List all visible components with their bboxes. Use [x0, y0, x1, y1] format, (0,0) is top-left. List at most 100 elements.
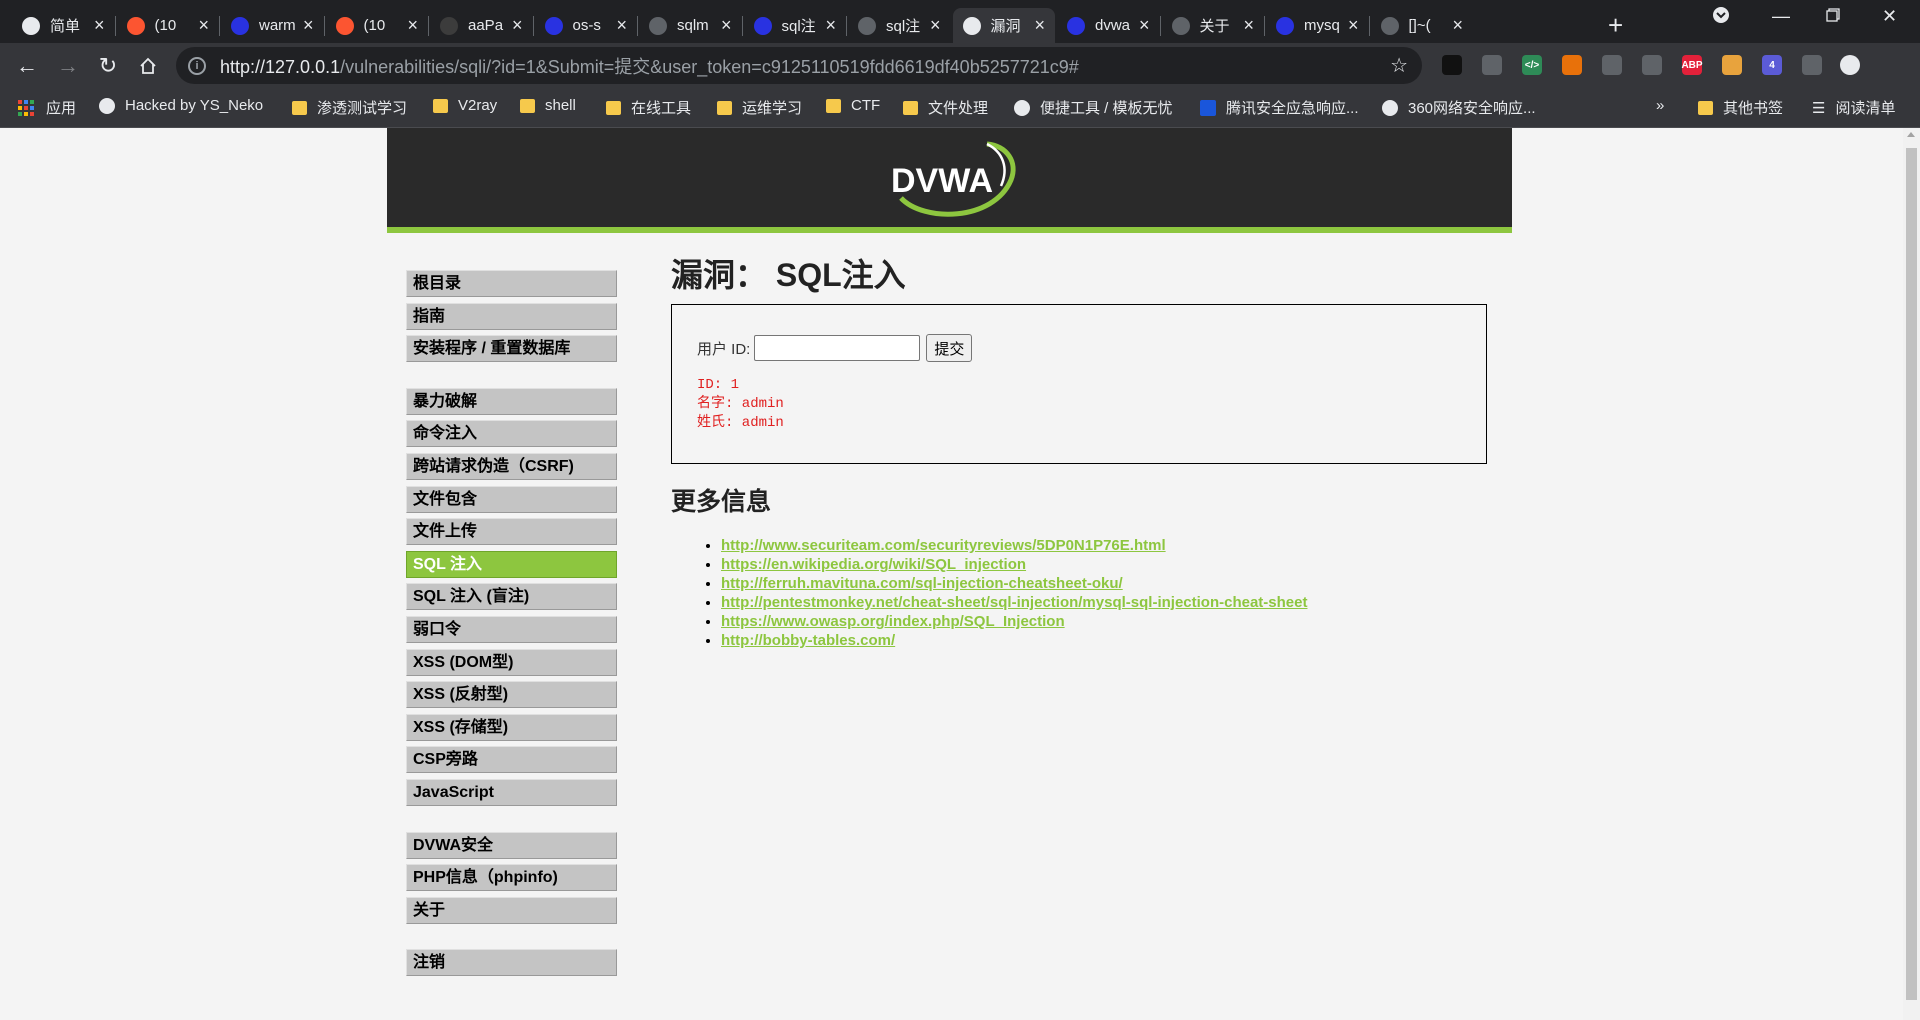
bookmark-item[interactable]: 渗透测试学习 [292, 97, 407, 118]
reload-icon[interactable]: ↻ [94, 52, 122, 80]
bookmarks-overflow-icon[interactable]: » [1656, 97, 1664, 114]
browser-tab[interactable]: mysq × [1266, 8, 1369, 43]
extension-hacker-icon[interactable] [1642, 55, 1662, 75]
address-bar[interactable]: i http://127.0.0.1/vulnerabilities/sqli/… [176, 47, 1422, 84]
tab-close-icon[interactable]: × [512, 15, 523, 36]
browser-tab[interactable]: dvwa × [1057, 8, 1160, 43]
browser-tab[interactable]: os-s × [535, 8, 638, 43]
browser-tab[interactable]: (10 × [326, 8, 429, 43]
extension-abp-icon[interactable]: ABP [1681, 55, 1703, 75]
new-tab-button[interactable]: + [1608, 10, 1623, 41]
bookmark-label: 渗透测试学习 [317, 100, 408, 117]
browser-tab[interactable]: warm × [221, 8, 324, 43]
menu-item[interactable]: CSP旁路 [406, 746, 617, 774]
tab-close-icon[interactable]: × [721, 15, 732, 36]
extension-glasses-icon[interactable] [1602, 55, 1622, 75]
menu-item[interactable]: JavaScript [406, 778, 617, 806]
back-icon[interactable]: ← [13, 52, 41, 80]
extension-ninja-icon[interactable] [1482, 55, 1502, 75]
extension-php-icon[interactable]: 4 [1762, 55, 1782, 75]
extension-dark-icon[interactable] [1442, 55, 1462, 75]
menu-item[interactable]: PHP信息（phpinfo) [406, 864, 617, 892]
tab-close-icon[interactable]: × [1452, 15, 1463, 36]
reading-list[interactable]: ☰ 阅读清单 [1812, 97, 1895, 118]
userid-input[interactable] [754, 335, 921, 361]
menu-item[interactable]: 弱口令 [406, 615, 617, 643]
bookmark-item[interactable]: 360网络安全响应... [1382, 97, 1536, 118]
menu-item[interactable]: 跨站请求伪造（CSRF) [406, 452, 617, 480]
tab-close-icon[interactable]: × [1348, 15, 1359, 36]
tab-close-icon[interactable]: × [616, 15, 627, 36]
tab-search-icon[interactable] [1712, 6, 1730, 29]
browser-tab[interactable]: []~(× [1371, 8, 1474, 43]
menu-item[interactable]: 暴力破解 [406, 387, 617, 415]
menu-item[interactable]: XSS (存储型) [406, 713, 617, 741]
minimize-icon[interactable]: — [1772, 6, 1790, 27]
menu-item[interactable]: 安装程序 / 重置数据库 [406, 335, 617, 363]
menu-item[interactable]: 指南 [406, 302, 617, 330]
reference-link[interactable]: http://www.securiteam.com/securityreview… [721, 537, 1166, 554]
extension-cookie-icon[interactable] [1722, 55, 1742, 75]
other-bookmarks[interactable]: 其他书签 [1698, 97, 1783, 118]
profile-avatar-icon[interactable] [1840, 55, 1860, 75]
tab-close-icon[interactable]: × [94, 15, 105, 36]
menu-item[interactable]: 命令注入 [406, 420, 617, 448]
bookmark-item[interactable]: V2ray [433, 97, 497, 114]
bookmark-item[interactable]: 文件处理 [903, 97, 988, 118]
reference-link[interactable]: http://pentestmonkey.net/cheat-sheet/sql… [721, 594, 1307, 611]
submit-button[interactable]: 提交 [926, 334, 973, 362]
scrollbar-thumb[interactable] [1906, 148, 1917, 1000]
site-info-icon[interactable]: i [188, 56, 206, 75]
bookmark-star-icon[interactable]: ☆ [1390, 53, 1408, 78]
tab-close-icon[interactable]: × [198, 15, 209, 36]
browser-tab[interactable]: sql注 × [744, 8, 847, 43]
reference-link[interactable]: http://bobby-tables.com/ [721, 632, 895, 649]
tab-close-icon[interactable]: × [825, 15, 836, 36]
menu-item[interactable]: 根目录 [406, 270, 617, 297]
browser-tab[interactable]: (10 × [117, 8, 220, 43]
bookmark-item[interactable]: Hacked by YS_Neko [99, 97, 263, 114]
dark-site-icon [858, 16, 876, 35]
close-window-icon[interactable]: ✕ [1882, 6, 1897, 27]
tab-close-icon[interactable]: × [1243, 15, 1254, 36]
bookmark-item[interactable]: 在线工具 [606, 97, 691, 118]
menu-item[interactable]: SQL 注入 (盲注) [406, 583, 617, 611]
page-scrollbar[interactable] [1903, 128, 1920, 1020]
menu-item[interactable]: DVWA安全 [406, 831, 617, 859]
tab-close-icon[interactable]: × [1034, 15, 1045, 36]
tab-close-icon[interactable]: × [407, 15, 418, 36]
restore-icon[interactable] [1826, 6, 1840, 27]
menu-item[interactable]: 关于 [406, 896, 617, 924]
bookmark-item[interactable]: 运维学习 [717, 97, 802, 118]
browser-tab[interactable]: aaPa × [430, 8, 533, 43]
bookmark-item[interactable]: CTF [826, 97, 880, 114]
browser-tab[interactable]: 简单 × [12, 8, 115, 43]
menu-item[interactable]: 文件包含 [406, 485, 617, 513]
reference-link[interactable]: http://ferruh.mavituna.com/sql-injection… [721, 575, 1123, 592]
bookmark-item[interactable]: shell [520, 97, 576, 114]
link-list-item: https://en.wikipedia.org/wiki/SQL_inject… [721, 555, 1491, 574]
browser-tab[interactable]: 关于 × [1162, 8, 1265, 43]
home-icon[interactable] [134, 52, 162, 80]
reference-link[interactable]: https://www.owasp.org/index.php/SQL_Inje… [721, 613, 1065, 630]
menu-item[interactable]: 注销 [406, 949, 617, 977]
reference-link[interactable]: https://en.wikipedia.org/wiki/SQL_inject… [721, 556, 1026, 573]
bookmark-item[interactable]: 便捷工具 / 模板无忧 [1014, 97, 1173, 118]
menu-item[interactable]: SQL 注入 [406, 550, 617, 578]
tab-close-icon[interactable]: × [930, 15, 941, 36]
menu-item[interactable]: 文件上传 [406, 518, 617, 546]
extension-orange-icon[interactable] [1562, 55, 1582, 75]
bookmark-item[interactable]: 应用 [18, 97, 76, 118]
browser-tab[interactable]: sqlm × [639, 8, 742, 43]
browser-tab[interactable]: sql注 × [848, 8, 951, 43]
scroll-up-icon[interactable] [1907, 132, 1915, 137]
tab-close-icon[interactable]: × [1139, 15, 1150, 36]
menu-item[interactable]: XSS (反射型) [406, 681, 617, 709]
extensions-puzzle-icon[interactable] [1802, 55, 1822, 75]
extension-code-icon[interactable]: </> [1522, 55, 1542, 75]
forward-icon[interactable]: → [54, 52, 82, 80]
menu-item[interactable]: XSS (DOM型) [406, 648, 617, 676]
tab-close-icon[interactable]: × [303, 15, 314, 36]
bookmark-item[interactable]: 腾讯安全应急响应... [1200, 97, 1359, 118]
browser-tab[interactable]: 漏洞 × [952, 8, 1055, 43]
